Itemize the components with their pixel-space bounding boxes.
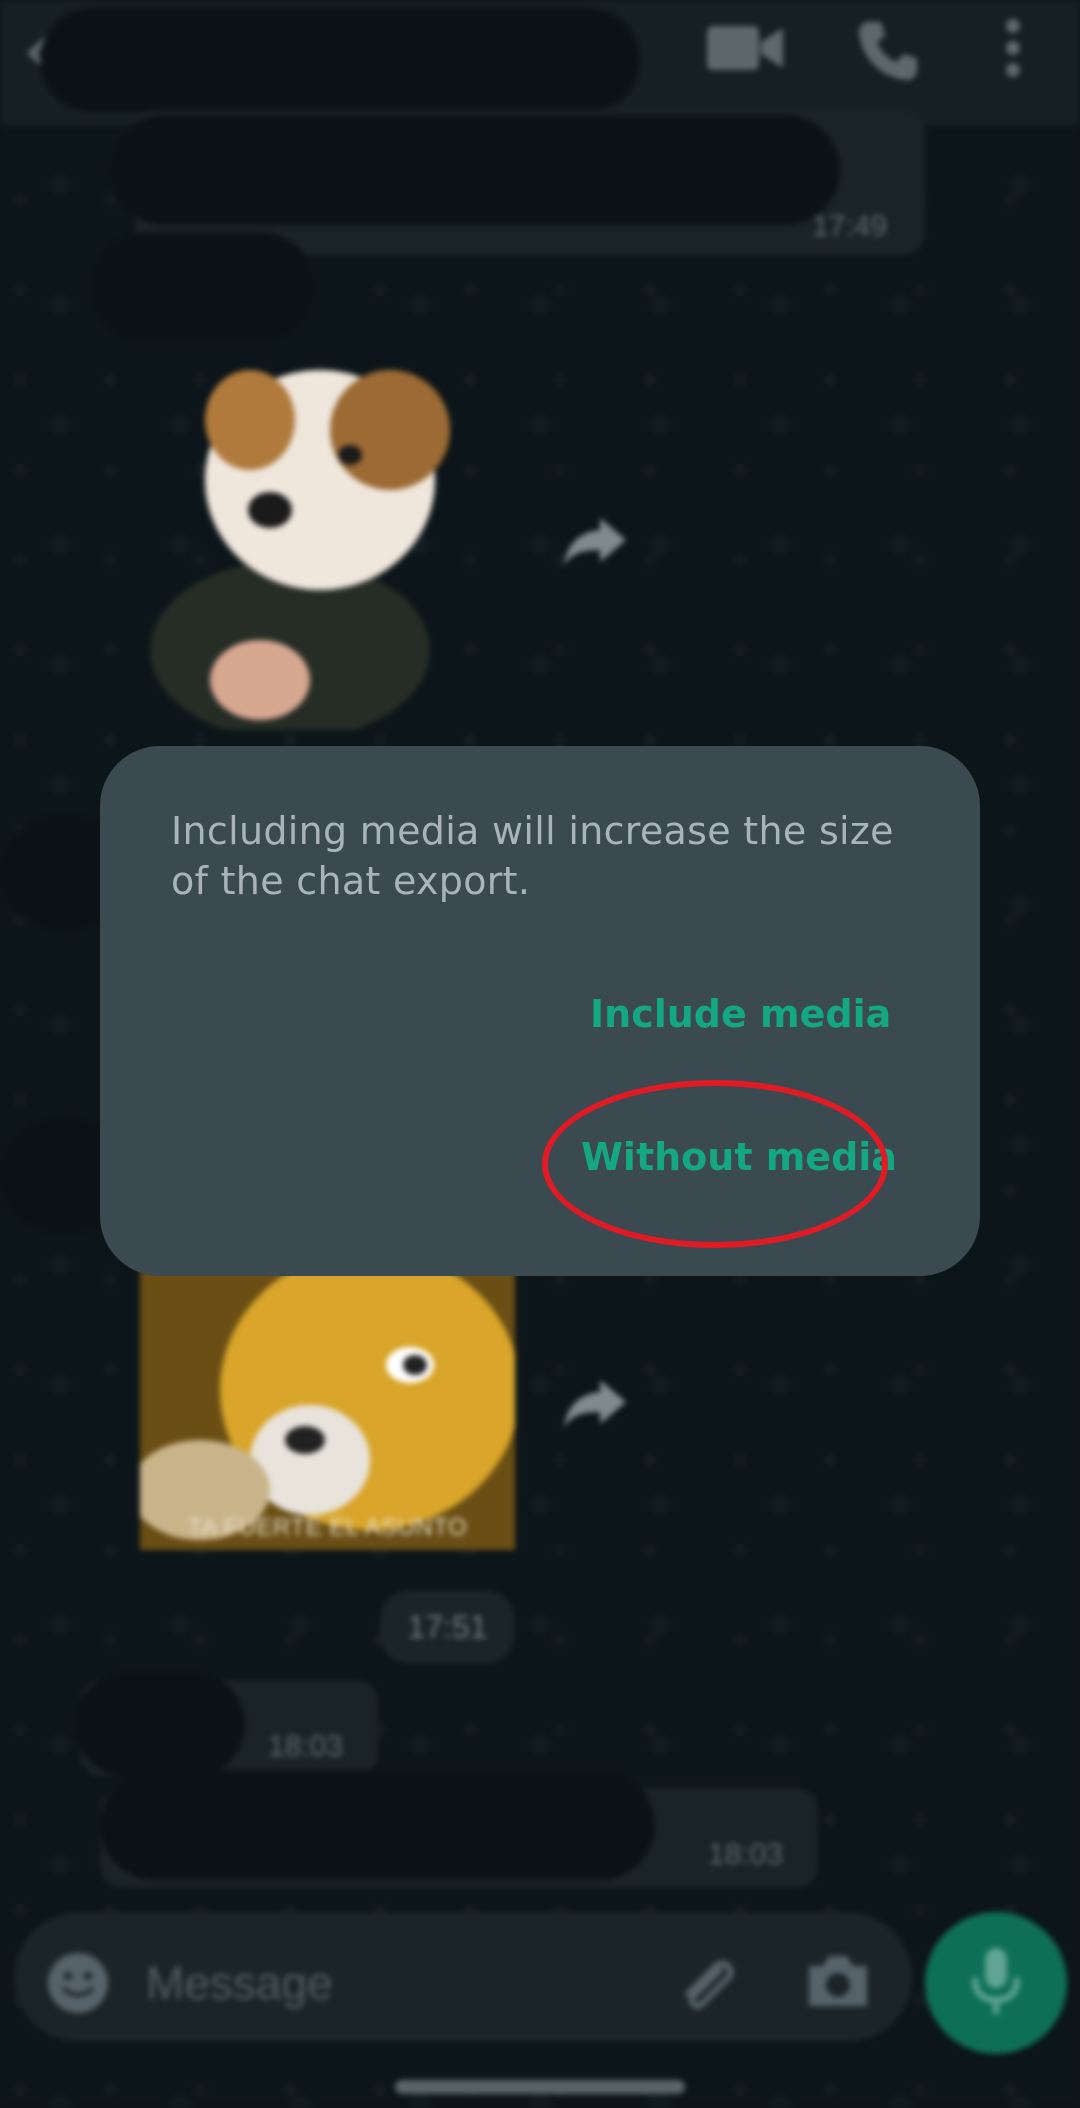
camera-icon[interactable] xyxy=(805,1952,871,2010)
dog-sticker[interactable] xyxy=(150,350,490,730)
highlight-circle xyxy=(542,1080,888,1248)
redacted-text xyxy=(100,1770,655,1880)
mic-icon xyxy=(972,1948,1020,2014)
message-time: 18:03 xyxy=(268,1730,344,1763)
forward-icon[interactable] xyxy=(560,1372,630,1432)
dialog-message: Including media will increase the size o… xyxy=(171,809,894,903)
voice-record-button[interactable] xyxy=(925,1912,1067,2054)
include-media-button[interactable]: Include media xyxy=(590,992,891,1036)
emoji-icon[interactable] xyxy=(45,1950,111,2016)
chat-header xyxy=(0,0,1080,126)
message-time: 17:49 xyxy=(812,210,888,243)
tiger-sticker[interactable]: TA FUERTE EL ASUNTO xyxy=(140,1270,515,1550)
forward-icon[interactable] xyxy=(560,510,630,570)
message-time: 18:03 xyxy=(708,1838,784,1871)
redacted-sender xyxy=(90,232,315,342)
time-divider: 17:51 xyxy=(380,1590,515,1664)
video-call-icon[interactable] xyxy=(705,20,785,76)
attach-icon[interactable] xyxy=(670,1950,740,2020)
more-options-icon[interactable] xyxy=(995,18,1031,78)
contact-name-redacted[interactable] xyxy=(40,8,640,112)
message-input[interactable]: Message xyxy=(146,1956,333,2010)
redacted-text xyxy=(75,1672,245,1777)
redacted-text xyxy=(110,115,840,225)
gesture-navigation-bar[interactable] xyxy=(395,2080,685,2094)
sticker-caption: TA FUERTE EL ASUNTO xyxy=(187,1514,468,1541)
phone-icon[interactable] xyxy=(855,18,919,82)
